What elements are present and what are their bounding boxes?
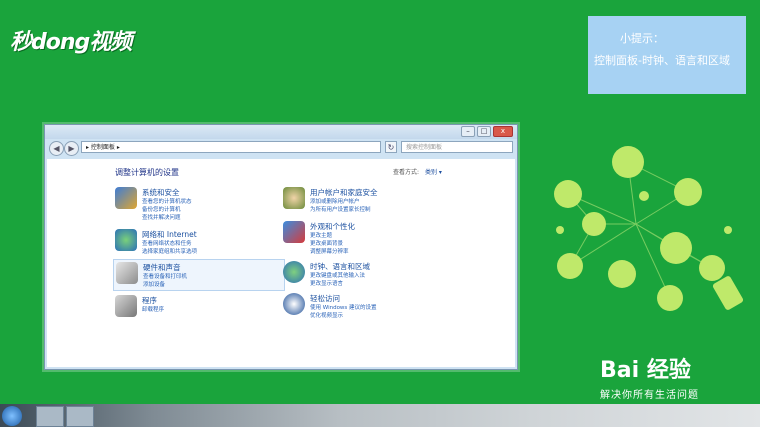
network-globe-icon [115,229,137,251]
category-link[interactable]: 备份您的计算机 [142,205,181,213]
tip-body: 控制面板-时钟、语言和区域 [594,54,730,67]
bulb-node [612,146,644,178]
tip-title: 小提示： [620,32,664,45]
bulb-node [582,212,606,236]
bulb-node [674,178,702,206]
category-link[interactable]: 更改键盘或其他输入法 [310,271,365,279]
category-clock-language-region[interactable]: 时钟、语言和区域 更改键盘或其他输入法 更改显示语言 [283,261,453,289]
category-link[interactable]: 选择家庭组和共享选项 [142,247,197,255]
forward-button[interactable]: ▶ [64,141,79,156]
lightbulb-network-graphic [554,146,744,311]
address-bar[interactable]: ▸ 控制面板 ▸ [81,141,381,153]
category-link[interactable]: 查看设备和打印机 [143,272,187,280]
category-link[interactable]: 查看网络状态和任务 [142,239,192,247]
category-programs[interactable]: 程序 卸载程序 [115,295,285,317]
tip-box: 小提示： 控制面板-时钟、语言和区域 [588,16,746,94]
printer-icon [116,262,138,284]
search-input[interactable]: 搜索控制面板 [401,141,513,153]
taskbar-item[interactable] [66,406,94,427]
clock-globe-icon [283,261,305,283]
start-button-icon[interactable] [2,406,22,426]
category-network[interactable]: 网络和 Internet 查看网络状态和任务 选择家庭组和共享选项 [115,229,285,257]
back-button[interactable]: ◀ [49,141,64,156]
control-panel-window: – □ x ◀ ▶ ▸ 控制面板 ▸ ↻ 搜索控制面板 调整计算机的设置 查看方… [44,124,518,370]
bulb-node [657,285,683,311]
bulb-node [660,232,692,264]
view-by-label: 查看方式: [393,169,420,176]
title-bar[interactable]: – □ x [45,125,517,139]
baidu-jingyan-watermark: Bai 经验 解决你所有生活问题 [600,352,699,401]
category-link[interactable]: 添加设备 [143,280,165,288]
category-link[interactable]: 添加或删除用户帐户 [310,197,360,205]
category-appearance[interactable]: 外观和个性化 更改主题 更改桌面背景 调整屏幕分辨率 [283,221,453,257]
page-title: 调整计算机的设置 [115,168,179,177]
users-icon [283,187,305,209]
bulb-node [557,253,583,279]
category-link[interactable]: 更改主题 [310,231,332,239]
nav-toolbar: ◀ ▶ ▸ 控制面板 ▸ ↻ 搜索控制面板 [45,139,517,159]
category-hardware-sound[interactable]: 硬件和声音 查看设备和打印机 添加设备 [113,259,285,291]
category-link[interactable]: 为所有用户设置家长控制 [310,205,371,213]
baidu-slogan: 解决你所有生活问题 [600,390,699,401]
appearance-icon [283,221,305,243]
programs-icon [115,295,137,317]
taskbar [0,404,760,427]
shield-icon [115,187,137,209]
minimize-button[interactable]: – [461,126,475,137]
close-button[interactable]: x [493,126,513,137]
video-logo: 秒dong视频 [10,30,132,55]
refresh-button[interactable]: ↻ [385,141,397,153]
bulb-node [608,260,636,288]
category-user-accounts[interactable]: 用户帐户和家庭安全 添加或删除用户帐户 为所有用户设置家长控制 [283,187,453,215]
category-system-security[interactable]: 系统和安全 查看您的计算机状态 备份您的计算机 查找并解决问题 [115,187,285,223]
view-by-dropdown[interactable]: 类别 ▾ [425,169,442,176]
category-link[interactable]: 查看您的计算机状态 [142,197,192,205]
category-link[interactable]: 查找并解决问题 [142,213,181,221]
category-link[interactable]: 卸载程序 [142,305,164,313]
category-ease-of-access[interactable]: 轻松访问 使用 Windows 建议的设置 优化视频显示 [283,293,453,321]
control-panel-content: 调整计算机的设置 查看方式: 类别 ▾ 系统和安全 查看您的计算机状态 备份您的… [47,159,515,367]
bulb-base-icon [712,276,744,310]
accessibility-icon [283,293,305,315]
category-link[interactable]: 使用 Windows 建议的设置 [310,303,377,311]
category-link[interactable]: 调整屏幕分辨率 [310,247,349,255]
taskbar-item[interactable] [36,406,64,427]
baidu-logo: Bai 经验 [600,358,691,383]
view-by: 查看方式: 类别 ▾ [393,167,442,176]
category-link[interactable]: 优化视频显示 [310,311,343,319]
bulb-node [554,180,582,208]
category-link[interactable]: 更改显示语言 [310,279,343,287]
bulb-node [699,255,725,281]
category-link[interactable]: 更改桌面背景 [310,239,343,247]
maximize-button[interactable]: □ [477,126,491,137]
